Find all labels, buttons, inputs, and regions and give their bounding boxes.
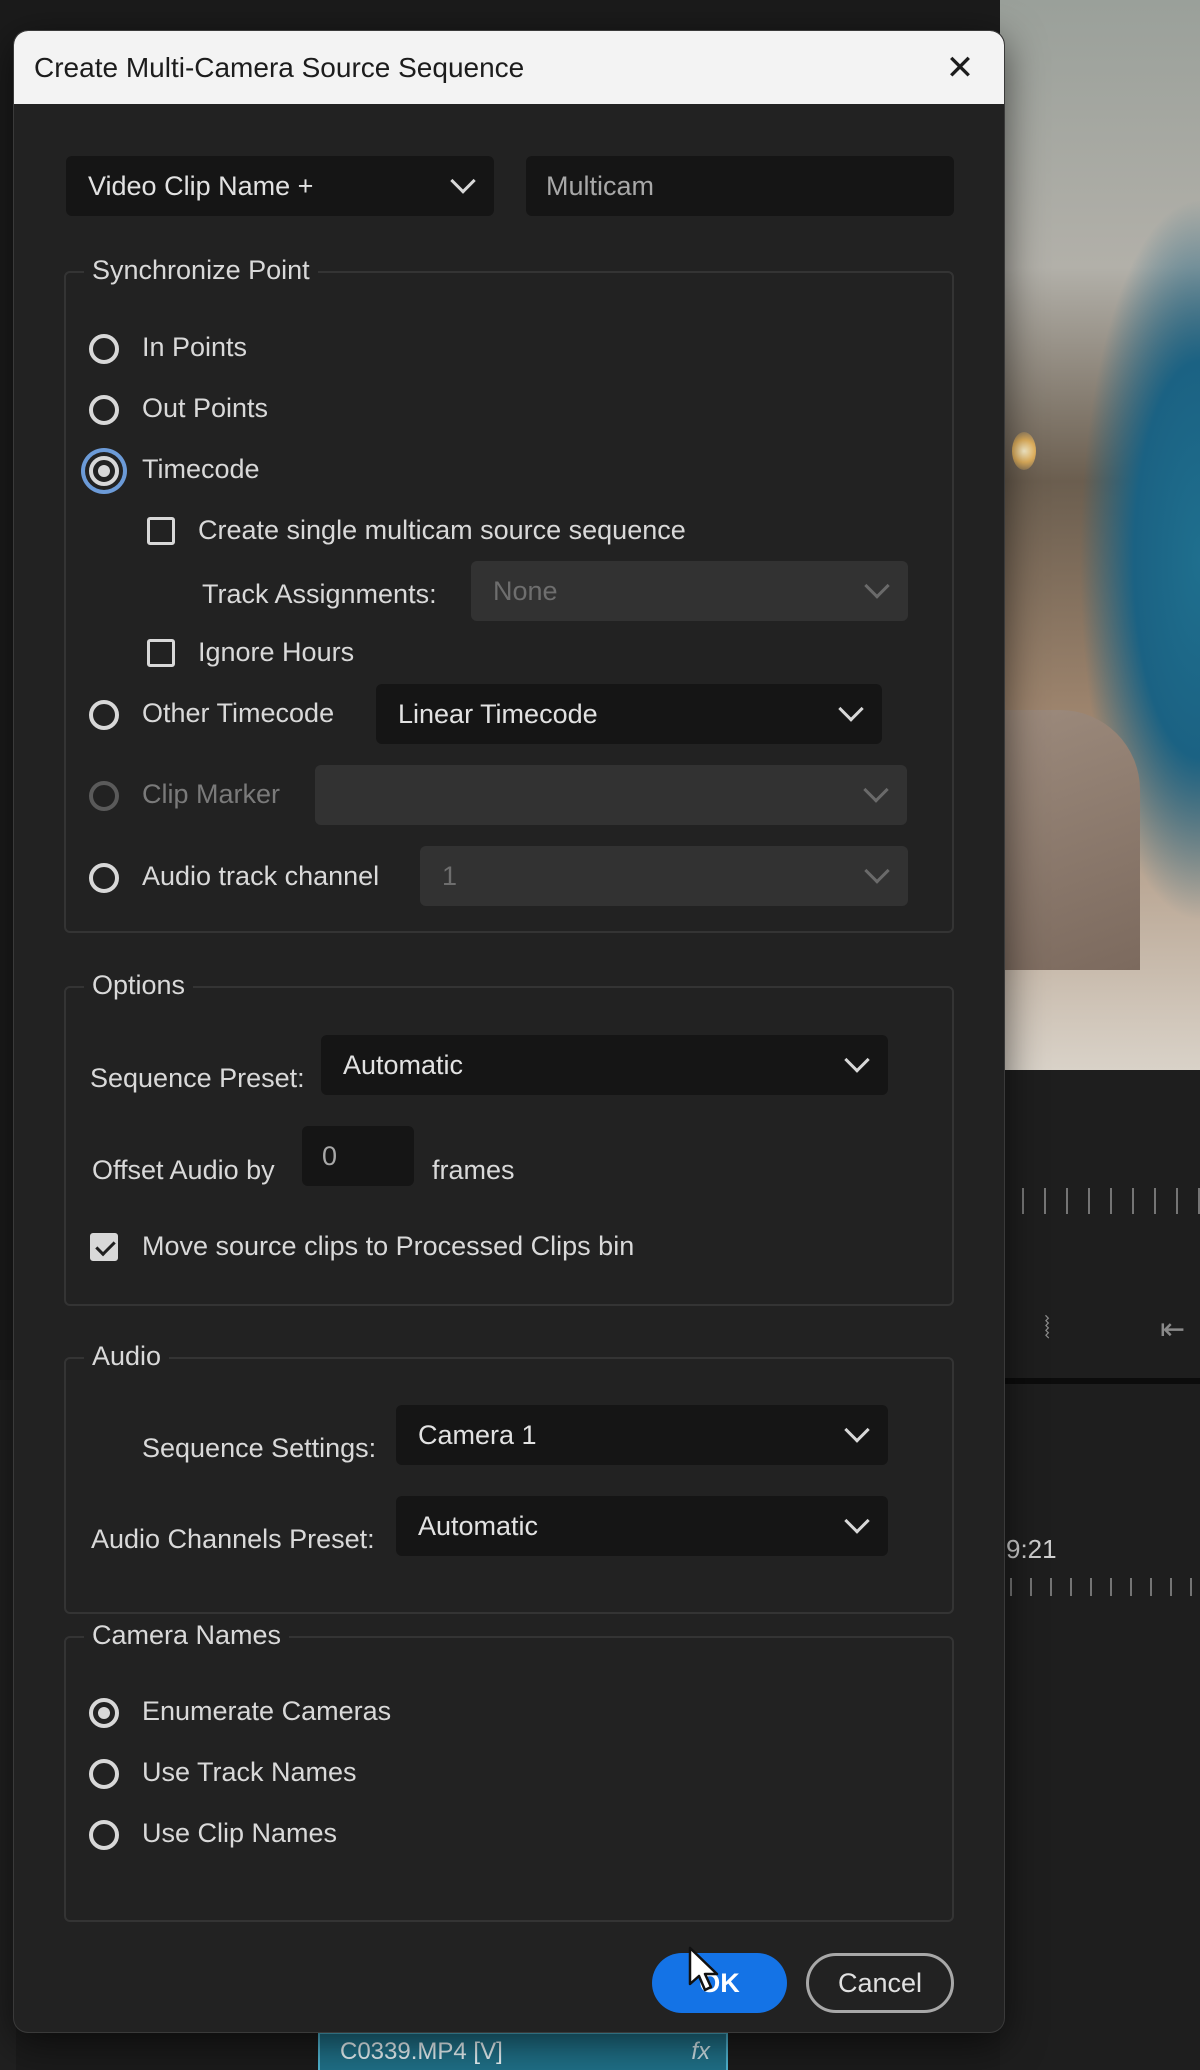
multicam-dialog: Create Multi-Camera Source Sequence ✕ Vi… [14, 31, 1004, 2032]
in-points-label: In Points [142, 332, 248, 362]
chevron-down-icon [863, 777, 889, 803]
audio-track-channel-label: Audio track channel [142, 861, 380, 891]
track-assignments-value: None [493, 575, 558, 606]
panel-divider [1000, 1378, 1200, 1384]
options-title: Options [84, 970, 194, 1001]
chevron-down-icon [838, 696, 864, 722]
name-format-value: Video Clip Name + [88, 170, 314, 201]
create-single-checkbox[interactable] [147, 517, 175, 545]
audio-track-channel-dropdown[interactable]: 1 [420, 846, 908, 906]
create-single-label: Create single multicam source sequence [198, 515, 686, 545]
use-track-names-radio[interactable] [89, 1759, 119, 1789]
timeline-timecode: 9:21 [1006, 1534, 1057, 1564]
timecode-radio[interactable] [89, 456, 119, 486]
move-source-clips-checkbox[interactable] [90, 1233, 118, 1261]
timeline-clip-label: C0339.MP4 [V] [340, 2038, 503, 2065]
camera-names-title: Camera Names [84, 1620, 290, 1651]
other-timecode-value: Linear Timecode [398, 698, 598, 729]
in-points-radio[interactable] [89, 334, 119, 364]
audio-title: Audio [84, 1341, 170, 1372]
timecode-label: Timecode [142, 454, 260, 484]
sequence-name-input[interactable]: Multicam [526, 156, 954, 216]
offset-audio-value: 0 [322, 1140, 338, 1171]
offset-audio-unit: frames [432, 1155, 515, 1185]
chevron-down-icon [844, 1417, 870, 1443]
preview-light [1012, 432, 1036, 470]
mouse-cursor-icon [688, 1946, 719, 1992]
close-icon[interactable]: ✕ [940, 48, 980, 88]
enumerate-cameras-radio[interactable] [89, 1698, 119, 1728]
go-to-in-icon[interactable]: ⇤ [1160, 1312, 1185, 1347]
offset-audio-input[interactable]: 0 [302, 1126, 414, 1186]
clip-marker-radio[interactable] [89, 781, 119, 811]
ignore-hours-label: Ignore Hours [198, 637, 355, 667]
cancel-button[interactable]: Cancel [806, 1953, 954, 2013]
chevron-down-icon [864, 858, 890, 884]
sequence-name-value: Multicam [546, 170, 655, 201]
clip-marker-label: Clip Marker [142, 779, 281, 809]
fx-badge: fx [691, 2038, 710, 2065]
offset-audio-label: Offset Audio by [92, 1155, 275, 1185]
timeline-panel [1000, 1070, 1200, 2070]
chevron-down-icon [450, 168, 476, 194]
timeline-clip[interactable]: C0339.MP4 [V] fx [318, 2032, 728, 2070]
sequence-preset-label: Sequence Preset: [90, 1063, 305, 1093]
sequence-settings-value: Camera 1 [418, 1419, 537, 1450]
marker-icon[interactable]: ⦚ [1044, 1312, 1050, 1346]
source-ruler [1000, 1188, 1200, 1214]
chevron-down-icon [844, 1047, 870, 1073]
track-assignments-label: Track Assignments: [202, 579, 437, 609]
track-assignments-dropdown[interactable]: None [471, 561, 908, 621]
audio-channels-preset-value: Automatic [418, 1510, 539, 1541]
use-track-names-label: Use Track Names [142, 1757, 357, 1787]
sequence-settings-dropdown[interactable]: Camera 1 [396, 1405, 888, 1465]
chevron-down-icon [864, 573, 890, 599]
sequence-preset-value: Automatic [343, 1049, 464, 1080]
audio-track-channel-radio[interactable] [89, 863, 119, 893]
out-points-label: Out Points [142, 393, 269, 423]
synchronize-point-title: Synchronize Point [84, 255, 318, 286]
move-source-clips-label: Move source clips to Processed Clips bin [142, 1231, 635, 1261]
dialog-titlebar: Create Multi-Camera Source Sequence ✕ [14, 31, 1004, 104]
timeline-ruler [1010, 1578, 1200, 1596]
audio-group: Audio [64, 1341, 954, 1614]
other-timecode-radio[interactable] [89, 700, 119, 730]
name-format-dropdown[interactable]: Video Clip Name + [66, 156, 494, 216]
ignore-hours-checkbox[interactable] [147, 639, 175, 667]
sequence-settings-label: Sequence Settings: [142, 1433, 377, 1463]
chevron-down-icon [844, 1508, 870, 1534]
audio-channels-preset-label: Audio Channels Preset: [91, 1524, 375, 1554]
audio-track-channel-value: 1 [442, 860, 458, 891]
sequence-preset-dropdown[interactable]: Automatic [321, 1035, 888, 1095]
use-clip-names-radio[interactable] [89, 1820, 119, 1850]
audio-channels-preset-dropdown[interactable]: Automatic [396, 1496, 888, 1556]
enumerate-cameras-label: Enumerate Cameras [142, 1696, 392, 1726]
out-points-radio[interactable] [89, 395, 119, 425]
clip-marker-dropdown[interactable] [315, 765, 907, 825]
other-timecode-dropdown[interactable]: Linear Timecode [376, 684, 882, 744]
preview-arm [1000, 710, 1140, 970]
use-clip-names-label: Use Clip Names [142, 1818, 338, 1848]
dialog-title: Create Multi-Camera Source Sequence [34, 51, 525, 83]
other-timecode-label: Other Timecode [142, 698, 335, 728]
